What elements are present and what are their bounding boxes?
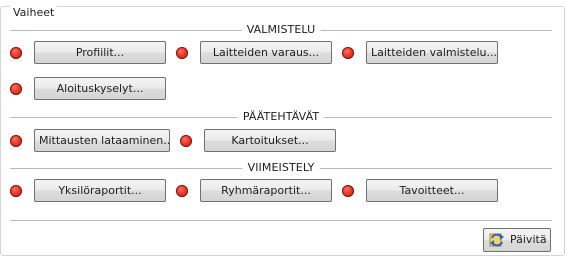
- status-dot-icon: [342, 47, 354, 59]
- device-reservation-button[interactable]: Laitteiden varaus...: [200, 41, 332, 64]
- load-measurements-button[interactable]: Mittausten lataaminen...: [34, 129, 170, 152]
- refresh-label: Päivitä: [510, 233, 547, 246]
- status-dot-icon: [176, 47, 188, 59]
- status-dot-icon: [342, 185, 354, 197]
- device-preparation-button[interactable]: Laitteiden valmistelu...: [366, 41, 498, 64]
- mappings-button[interactable]: Kartoitukset...: [204, 129, 336, 152]
- status-dot-icon: [10, 47, 22, 59]
- individual-reports-button[interactable]: Yksilöraportit...: [34, 179, 166, 202]
- section-header-main-tasks: PÄÄTEHTÄVÄT: [10, 110, 552, 124]
- status-dot-icon: [10, 135, 22, 147]
- status-dot-icon: [176, 185, 188, 197]
- status-dot-icon: [10, 83, 22, 95]
- profiles-button[interactable]: Profiilit...: [34, 41, 166, 64]
- section-label-main-tasks: PÄÄTEHTÄVÄT: [237, 110, 325, 124]
- status-dot-icon: [10, 185, 22, 197]
- section-header-finishing: VIIMEISTELY: [10, 161, 552, 175]
- start-surveys-button[interactable]: Aloituskyselyt...: [34, 77, 166, 100]
- refresh-arrows-icon: [489, 233, 504, 247]
- phases-panel: Vaiheet VALMISTELU Profiilit... Laitteid…: [0, 0, 567, 257]
- status-dot-icon: [180, 135, 192, 147]
- bottom-divider: [10, 220, 552, 221]
- refresh-button[interactable]: Päivitä: [483, 228, 551, 252]
- section-label-finishing: VIIMEISTELY: [242, 161, 320, 175]
- group-reports-button[interactable]: Ryhmäraportit...: [200, 179, 332, 202]
- goals-button[interactable]: Tavoitteet...: [366, 179, 498, 202]
- groupbox-title: Vaiheet: [10, 6, 58, 20]
- section-label-preparation: VALMISTELU: [241, 23, 321, 37]
- section-header-preparation: VALMISTELU: [10, 23, 552, 37]
